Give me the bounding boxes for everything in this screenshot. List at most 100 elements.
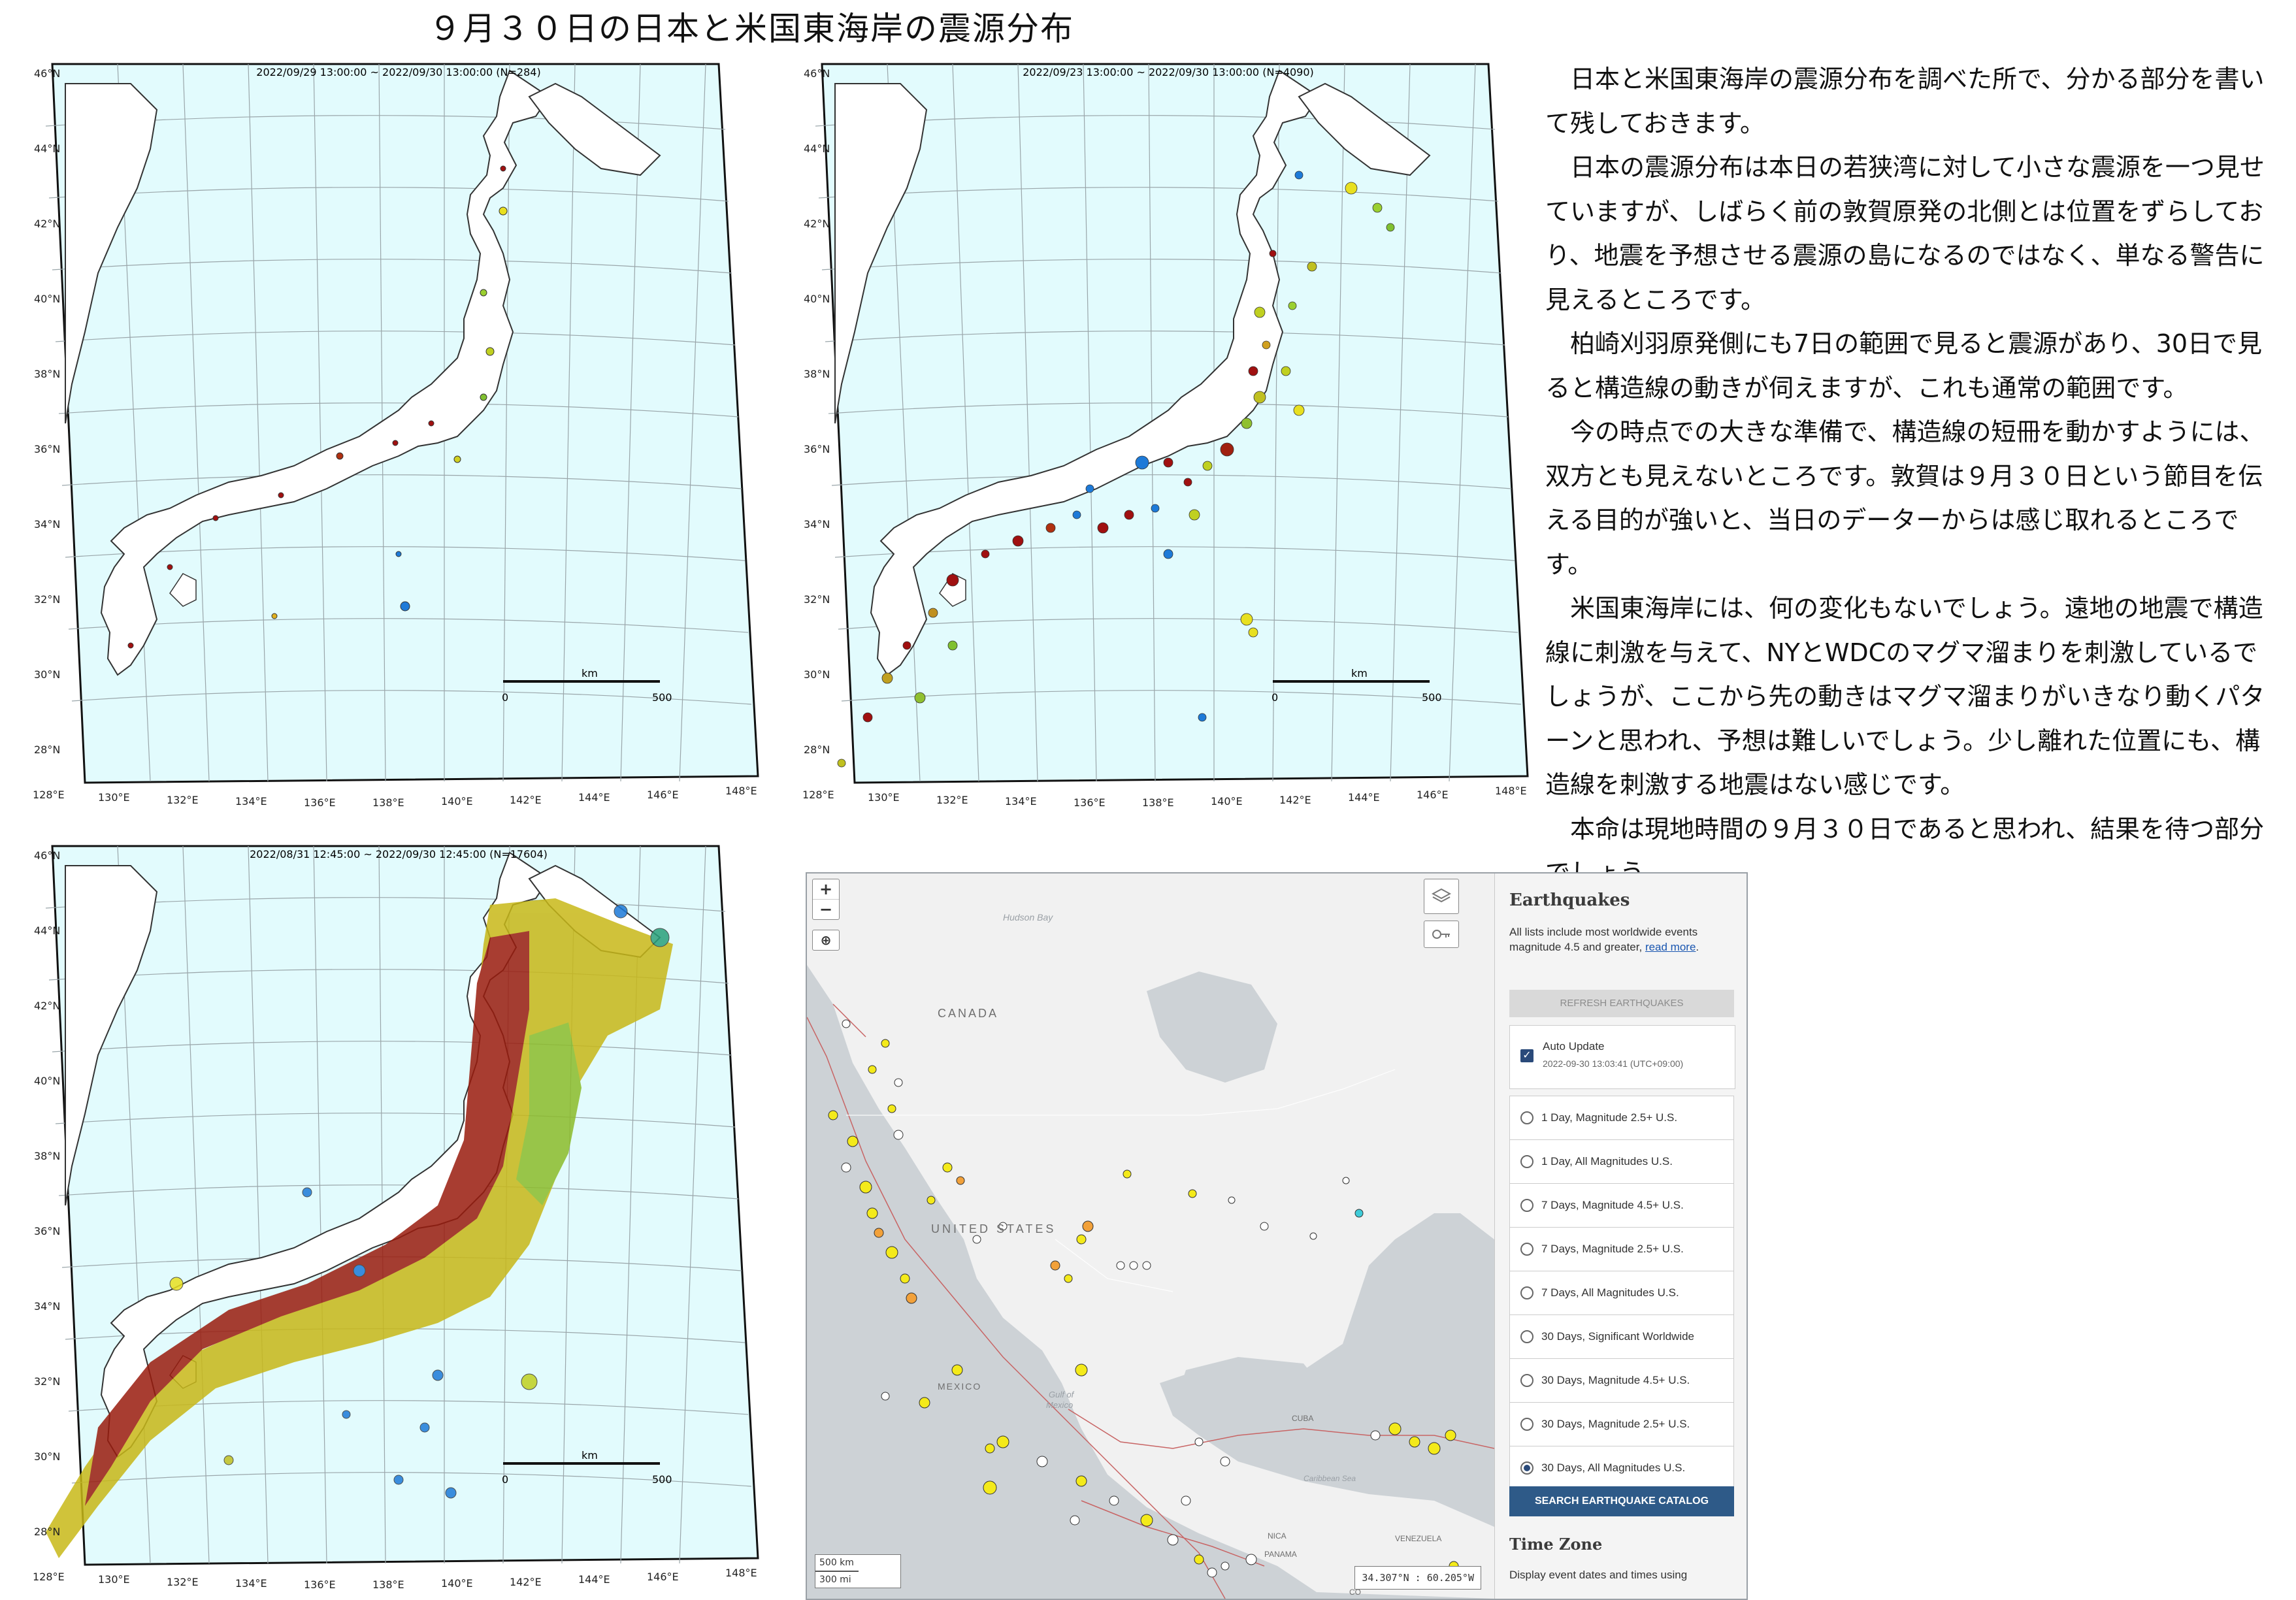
svg-text:32°N: 32°N [34, 593, 60, 606]
japan-map-svg: 0 km 500 2022/09/23 13:00:00 ~ 2022/09/3… [802, 63, 1529, 809]
feed-option[interactable]: 7 Days, Magnitude 4.5+ U.S. [1509, 1183, 1734, 1227]
map-label-venezuela: VENEZUELA [1395, 1534, 1441, 1543]
zoom-out-button[interactable]: − [813, 900, 839, 919]
scale-end: 500 [652, 691, 672, 704]
map-label-gulf-2: Mexico [1046, 1400, 1073, 1410]
svg-text:130°E: 130°E [98, 791, 130, 804]
globe-icon[interactable]: ⊕ [813, 930, 839, 950]
svg-text:28°N: 28°N [34, 1526, 60, 1538]
svg-text:146°E: 146°E [647, 1571, 679, 1583]
svg-text:132°E: 132°E [167, 1576, 199, 1588]
svg-text:146°E: 146°E [1417, 789, 1449, 801]
japan-map-30day: 0 km 500 2022/08/31 12:45:00 ~ 2022/09/3… [33, 840, 764, 1597]
radio-button[interactable] [1520, 1286, 1533, 1299]
svg-text:128°E: 128°E [802, 789, 834, 801]
svg-text:38°N: 38°N [34, 368, 60, 380]
svg-text:140°E: 140°E [441, 1577, 473, 1590]
svg-text:44°N: 44°N [34, 924, 60, 937]
svg-text:136°E: 136°E [1074, 796, 1106, 809]
svg-text:132°E: 132°E [167, 794, 199, 806]
svg-text:132°E: 132°E [936, 794, 968, 806]
search-catalog-button[interactable]: SEARCH EARTHQUAKE CATALOG [1509, 1486, 1734, 1516]
svg-text:142°E: 142°E [510, 794, 542, 806]
map-scale: 500 km 300 mi [815, 1554, 901, 1588]
timezone-title: Time Zone [1509, 1535, 1603, 1554]
map-label-nica: NICA [1268, 1531, 1287, 1541]
japan-map-svg: 0 km 500 2022/08/31 12:45:00 ~ 2022/09/3… [33, 845, 759, 1591]
feed-option[interactable]: 7 Days, Magnitude 2.5+ U.S. [1509, 1227, 1734, 1271]
key-control [1424, 921, 1459, 948]
zoom-in-button[interactable]: + [813, 879, 839, 900]
radio-button[interactable] [1520, 1330, 1533, 1343]
radio-button[interactable] [1520, 1111, 1533, 1124]
svg-text:42°N: 42°N [34, 1000, 60, 1012]
svg-text:30°N: 30°N [804, 668, 830, 681]
radio-button[interactable] [1520, 1418, 1533, 1431]
feed-option[interactable]: 30 Days, Significant Worldwide [1509, 1314, 1734, 1358]
layers-icon[interactable] [1424, 879, 1458, 913]
map-title: 2022/09/29 13:00:00 ~ 2022/09/30 13:00:0… [256, 66, 540, 78]
svg-text:136°E: 136°E [304, 1578, 336, 1591]
map-label-panama: PANAMA [1264, 1550, 1297, 1559]
svg-text:42°N: 42°N [804, 218, 830, 230]
feed-option-selected[interactable]: 30 Days, All Magnitudes U.S. [1509, 1446, 1734, 1490]
japan-map-svg: 0 km 500 2022/09/29 13:00:00 ~ 2022/09/3… [33, 63, 759, 809]
radio-button[interactable] [1520, 1155, 1533, 1168]
usgs-map-view[interactable]: Hudson Bay CANADA UNITED STATES MEXICO G… [807, 873, 1495, 1599]
svg-text:36°N: 36°N [34, 443, 60, 455]
svg-text:46°N: 46°N [34, 67, 60, 80]
svg-text:34°N: 34°N [804, 518, 830, 531]
refresh-earthquakes-button[interactable]: REFRESH EARTHQUAKES [1509, 990, 1734, 1017]
svg-text:32°N: 32°N [804, 593, 830, 606]
svg-text:148°E: 148°E [1495, 785, 1527, 797]
feed-option[interactable]: 7 Days, All Magnitudes U.S. [1509, 1271, 1734, 1314]
key-icon[interactable] [1424, 921, 1458, 947]
svg-text:140°E: 140°E [1211, 795, 1243, 808]
commentary-paragraph: 日本の震源分布は本日の若狭湾に対して小さな震源を一つ見せていますが、しばらく前の… [1545, 153, 2265, 314]
feed-option[interactable]: 30 Days, Magnitude 4.5+ U.S. [1509, 1358, 1734, 1402]
feed-option[interactable]: 1 Day, All Magnitudes U.S. [1509, 1139, 1734, 1183]
north-america-map[interactable]: Hudson Bay CANADA UNITED STATES MEXICO G… [807, 873, 1495, 1599]
radio-button[interactable] [1520, 1243, 1533, 1256]
scale-start: 0 [502, 1473, 508, 1486]
svg-text:36°N: 36°N [34, 1225, 60, 1237]
svg-text:40°N: 40°N [34, 293, 60, 305]
map-label-united-states: UNITED STATES [931, 1222, 1056, 1235]
auto-update-time: 2022-09-30 13:03:41 (UTC+09:00) [1543, 1058, 1684, 1069]
svg-text:128°E: 128°E [33, 789, 65, 801]
auto-update-checkbox[interactable]: ✓ [1520, 1049, 1533, 1062]
read-more-link[interactable]: read more [1645, 941, 1696, 953]
svg-text:38°N: 38°N [34, 1150, 60, 1162]
auto-update-box[interactable]: ✓ Auto Update 2022-09-30 13:03:41 (UTC+0… [1509, 1025, 1735, 1089]
map-title: 2022/09/23 13:00:00 ~ 2022/09/30 13:00:0… [1023, 66, 1314, 78]
radio-button-checked[interactable] [1520, 1461, 1533, 1475]
earthquakes-sidebar: Earthquakes All lists include most world… [1494, 873, 1747, 1599]
map-label-canada: CANADA [938, 1007, 998, 1020]
commentary-paragraph: 日本と米国東海岸の震源分布を調べた所で、分かる部分を書いて残しておきます。 [1545, 65, 2265, 138]
globe-control: ⊕ [812, 930, 840, 951]
scale-end: 500 [1422, 691, 1442, 704]
svg-text:44°N: 44°N [804, 142, 830, 155]
svg-text:144°E: 144°E [1348, 791, 1380, 804]
radio-button[interactable] [1520, 1199, 1533, 1212]
feed-option[interactable]: 30 Days, Magnitude 2.5+ U.S. [1509, 1402, 1734, 1446]
scale-unit: km [582, 1449, 598, 1461]
svg-text:30°N: 30°N [34, 1450, 60, 1463]
svg-text:144°E: 144°E [578, 791, 610, 804]
svg-text:134°E: 134°E [235, 1577, 267, 1590]
svg-text:46°N: 46°N [34, 849, 60, 862]
scale-end: 500 [652, 1473, 672, 1486]
svg-text:28°N: 28°N [804, 743, 830, 756]
svg-text:138°E: 138°E [372, 1578, 404, 1591]
scale-mi: 300 mi [819, 1575, 851, 1585]
svg-text:34°N: 34°N [34, 518, 60, 531]
map-label-gulf-1: Gulf of [1049, 1390, 1075, 1399]
svg-text:40°N: 40°N [34, 1075, 60, 1087]
svg-text:142°E: 142°E [510, 1576, 542, 1588]
svg-text:130°E: 130°E [868, 791, 900, 804]
radio-button[interactable] [1520, 1374, 1533, 1387]
feed-option[interactable]: 1 Day, Magnitude 2.5+ U.S. [1509, 1096, 1734, 1139]
scale-start: 0 [1271, 691, 1278, 704]
svg-text:136°E: 136°E [304, 796, 336, 809]
svg-text:138°E: 138°E [372, 796, 404, 809]
